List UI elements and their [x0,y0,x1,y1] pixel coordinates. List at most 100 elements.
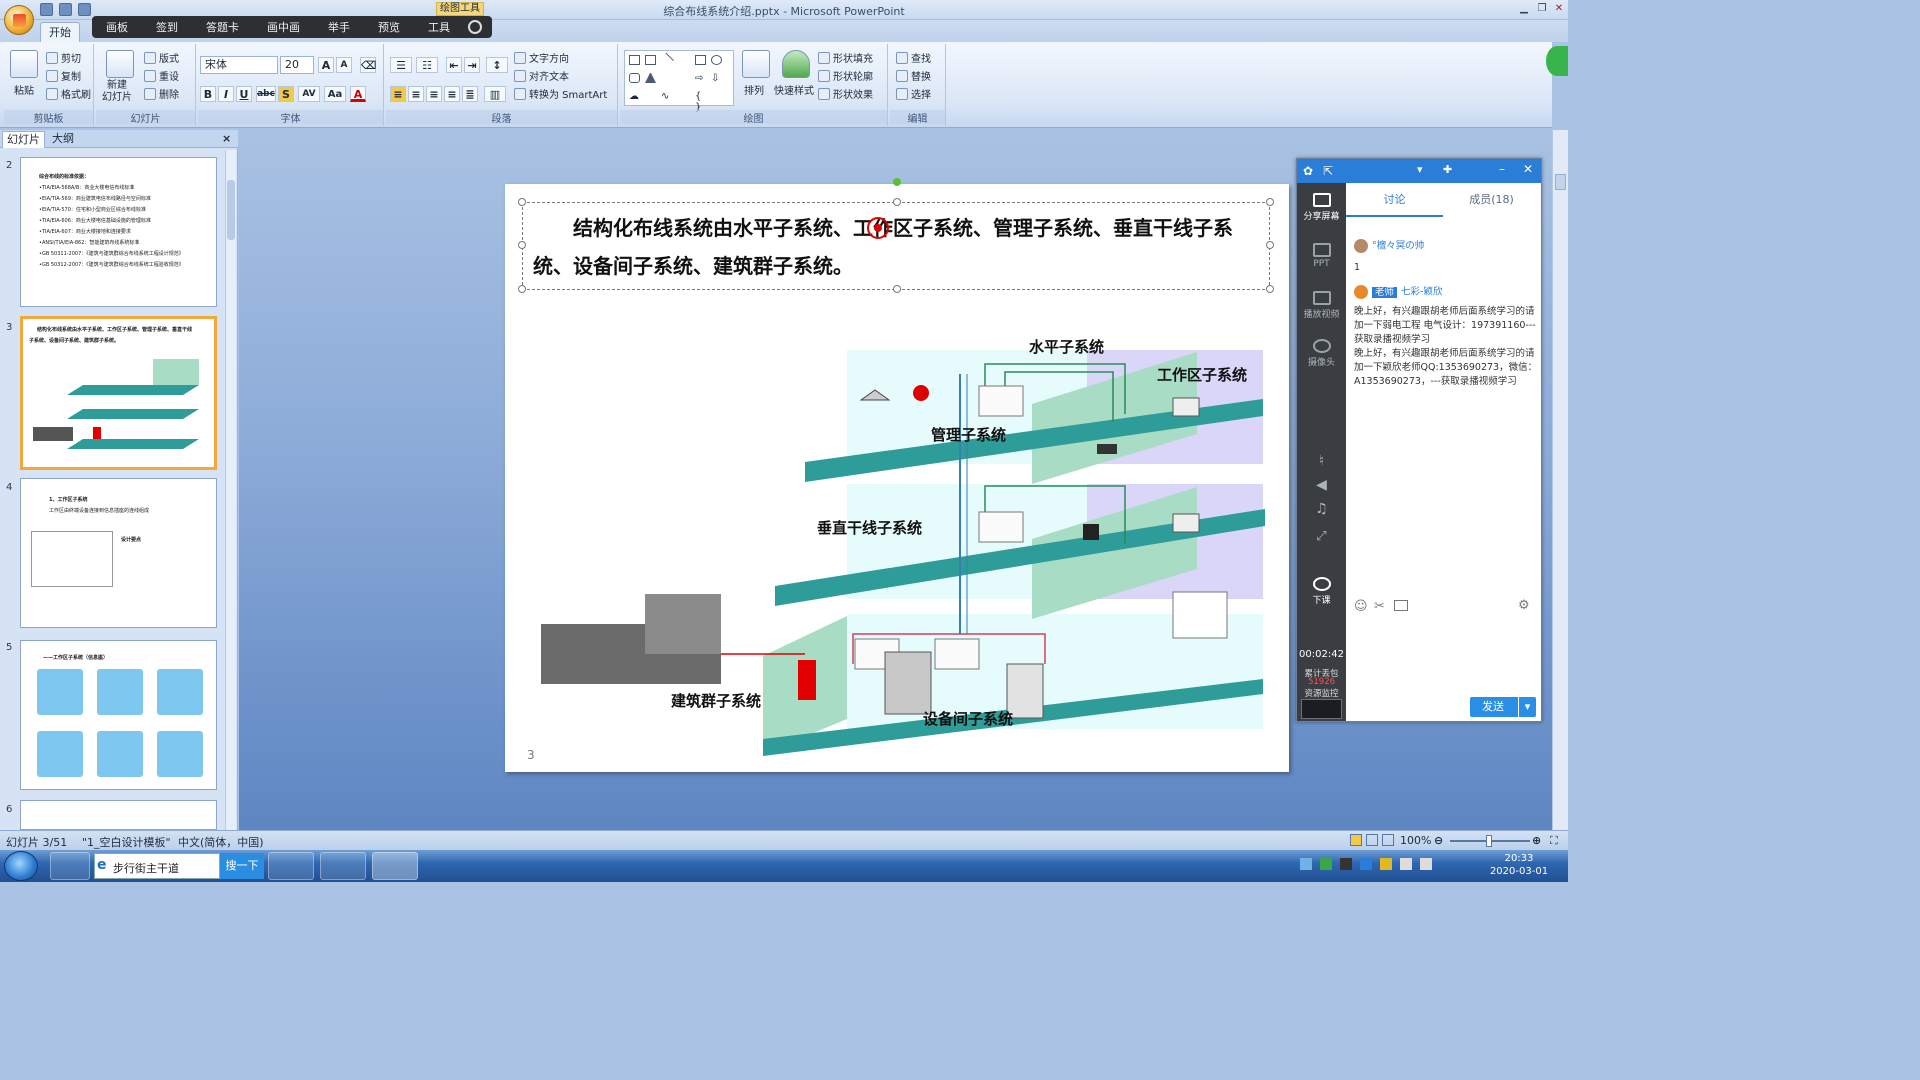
slide-thumbnail-4[interactable]: 1、工作区子系统 工作区由终端设备连接到信息插座的连线组成 设计要点 [20,478,217,628]
numbering-icon[interactable]: ☷ [416,57,438,73]
reset-button[interactable]: 重设 [144,68,179,83]
rotate-handle[interactable] [893,178,901,186]
text-direction-button[interactable]: 文字方向 [514,50,569,65]
copy-button[interactable]: 复制 [46,68,81,83]
grow-font-icon[interactable]: A [318,57,334,73]
dropdown-icon[interactable]: ▾ [1417,163,1423,176]
redo-icon[interactable] [78,3,91,16]
minimize-chat-icon[interactable]: – [1499,162,1505,176]
line-spacing-icon[interactable]: ↕ [486,57,508,73]
slideshow-view-icon[interactable] [1382,834,1394,846]
replace-button[interactable]: 替换 [896,68,931,83]
resize-handle[interactable] [518,285,526,293]
tray-icon[interactable] [1360,858,1372,870]
tab-members[interactable]: 成员(18) [1443,183,1540,217]
close-icon[interactable]: ✕ [1551,2,1567,16]
zoom-in-icon[interactable]: ⊕ [1532,834,1541,847]
send-options-icon[interactable]: ▾ [1518,697,1536,717]
camera-button[interactable]: 摄像头 [1297,339,1346,368]
distribute-icon[interactable]: ≣ [462,86,478,102]
shadow-button[interactable]: S [278,86,294,102]
overlay-item-board[interactable]: 画板 [92,19,142,35]
zoom-slider-thumb[interactable] [1486,835,1492,847]
slides-panel-scrollbar[interactable] [225,150,236,830]
fit-window-icon[interactable]: ⛶ [1550,834,1558,848]
zoom-out-icon[interactable]: ⊖ [1434,834,1443,847]
end-class-button[interactable]: 下课 [1297,577,1346,606]
font-color-button[interactable]: A [350,86,366,102]
close-chat-icon[interactable]: ✕ [1523,162,1533,176]
curve-shape-icon[interactable]: ∿ [661,91,672,102]
minimize-icon[interactable]: ▁ [1516,2,1532,16]
sorter-view-icon[interactable] [1366,834,1378,846]
down-arrow-shape-icon[interactable]: ⇩ [711,73,722,84]
fullscreen-icon[interactable]: ⤢ [1297,529,1346,544]
arrow-shape-icon[interactable]: ⇨ [695,73,706,84]
resize-handle[interactable] [893,285,901,293]
arrange-button[interactable]: 排列 [744,82,764,97]
resize-handle[interactable] [518,241,526,249]
overlay-item-raise-hand[interactable]: 举手 [314,19,364,35]
shape-effects-button[interactable]: 形状效果 [818,86,873,101]
shrink-font-icon[interactable]: A [336,57,352,73]
resize-handle[interactable] [1266,285,1274,293]
strikethrough-button[interactable]: abc [256,86,276,102]
font-name-select[interactable]: 宋体 [200,56,278,74]
rounded-rect-shape-icon[interactable] [629,73,640,83]
new-slide-icon[interactable] [106,50,134,78]
theme-name[interactable]: "1_空白设计模板" [82,834,171,850]
slide-canvas[interactable]: 结构化布线系统由水平子系统、工作区子系统、管理子系统、垂直干线子系统、设备间子系… [505,178,1289,772]
paste-button[interactable]: 粘贴 [14,82,34,97]
slide-thumbnail-5[interactable]: ——工作区子系统（信息座） [20,640,217,790]
quick-styles-icon[interactable] [782,50,810,78]
tab-outline[interactable]: 大纲 [48,131,78,148]
speaker-icon[interactable]: ◀ [1297,477,1346,493]
zoom-level[interactable]: 100% [1400,834,1431,847]
play-video-button[interactable]: 播放视频 [1297,291,1346,320]
power-icon[interactable] [468,20,482,34]
resize-handle[interactable] [1266,241,1274,249]
settings-icon[interactable]: ✿ [1303,164,1313,178]
network-icon[interactable] [1420,858,1432,870]
overlay-item-preview[interactable]: 预览 [364,19,414,35]
clock[interactable]: 20:33 2020-03-01 [1488,852,1550,878]
delete-slide-button[interactable]: 删除 [144,86,179,101]
overlay-item-signin[interactable]: 签到 [142,19,192,35]
overlay-item-pip[interactable]: 画中画 [253,19,314,35]
char-spacing-button[interactable]: AV [298,86,320,102]
language[interactable]: 中文(简体，中国) [178,834,264,850]
find-button[interactable]: 查找 [896,50,931,65]
share-screen-button[interactable]: 分享屏幕 [1297,193,1346,222]
align-left-icon[interactable]: ≡ [390,86,406,102]
image-icon[interactable] [1394,600,1408,611]
bold-button[interactable]: B [200,86,216,102]
font-size-select[interactable]: 20 [280,56,314,74]
select-button[interactable]: 选择 [896,86,931,101]
layout-button[interactable]: 版式 [144,50,179,65]
shapes-gallery[interactable]: ⇨ ⇩ ☁ ∿ { } [624,50,734,113]
cut-button[interactable]: 剪切 [46,50,81,65]
shape-outline-button[interactable]: 形状轮廓 [818,68,873,83]
cloud-shape-icon[interactable]: ☁ [629,91,640,102]
smartart-button[interactable]: 转换为 SmartArt [514,86,607,101]
align-right-icon[interactable]: ≡ [426,86,442,102]
slide-thumbnail-6[interactable] [20,800,217,830]
resize-handle[interactable] [1266,198,1274,206]
change-case-button[interactable]: Aa [324,86,346,102]
taskbar-explorer-icon[interactable] [320,852,366,880]
overlay-item-tools[interactable]: 工具 [414,19,464,35]
clear-format-icon[interactable]: ⌫ [360,57,377,73]
emoji-icon[interactable]: ☺ [1354,599,1368,614]
save-icon[interactable] [40,3,53,16]
close-panel-icon[interactable]: × [218,131,235,148]
context-tab-drawing-tools[interactable]: 绘图工具 [436,2,484,16]
tray-icon[interactable] [1300,858,1312,870]
paste-icon[interactable] [10,50,38,78]
oval-shape-icon[interactable] [711,55,722,65]
arrange-icon[interactable] [742,50,770,78]
vtextbox-shape-icon[interactable] [645,55,656,65]
office-button[interactable] [4,5,34,35]
textbox-shape-icon[interactable] [629,55,640,65]
tray-icon[interactable] [1380,858,1392,870]
taskbar-app-icon[interactable] [268,852,314,880]
